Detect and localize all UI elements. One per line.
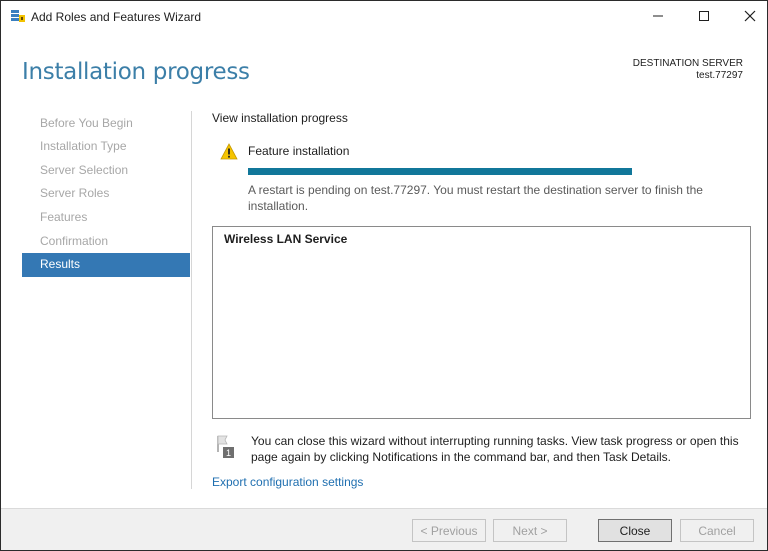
result-item: Wireless LAN Service	[224, 232, 348, 246]
nav-item-installation-type[interactable]: Installation Type	[22, 135, 190, 159]
close-button[interactable]: Close	[598, 519, 672, 542]
restart-pending-message: A restart is pending on test.77297. You …	[248, 183, 703, 213]
nav-item-server-roles[interactable]: Server Roles	[22, 182, 190, 206]
close-window-button[interactable]	[727, 1, 768, 31]
window-title: Add Roles and Features Wizard	[31, 10, 202, 24]
nav-item-results[interactable]: Results	[22, 253, 190, 277]
progress-fill	[248, 168, 632, 175]
destination-server-label: DESTINATION SERVER	[632, 58, 743, 69]
close-wizard-note: You can close this wizard without interr…	[251, 434, 739, 464]
svg-text:1: 1	[226, 448, 231, 458]
close-icon	[744, 10, 756, 22]
minimize-icon	[653, 15, 663, 17]
previous-button[interactable]: < Previous	[412, 519, 486, 542]
maximize-icon	[699, 11, 709, 21]
page-title: Installation progress	[22, 59, 250, 85]
title-bar: Add Roles and Features Wizard	[1, 1, 767, 31]
destination-server-value: test.77297	[696, 70, 743, 81]
export-configuration-link[interactable]: Export configuration settings	[212, 475, 363, 489]
nav-item-server-selection[interactable]: Server Selection	[22, 159, 190, 183]
wizard-window: Add Roles and Features Wizard Installati…	[0, 0, 768, 551]
cancel-button[interactable]: Cancel	[680, 519, 754, 542]
feature-installation-label: Feature installation	[248, 144, 350, 158]
next-button[interactable]: Next >	[493, 519, 567, 542]
nav-item-features[interactable]: Features	[22, 206, 190, 230]
wizard-nav: Before You Begin Installation Type Serve…	[22, 111, 190, 277]
installation-progress-bar	[248, 168, 632, 175]
nav-item-confirmation[interactable]: Confirmation	[22, 230, 190, 254]
section-title: View installation progress	[212, 111, 348, 125]
nav-divider	[191, 111, 192, 489]
results-list[interactable]: Wireless LAN Service	[212, 226, 751, 419]
warning-icon	[220, 143, 238, 160]
nav-item-before-you-begin[interactable]: Before You Begin	[22, 112, 190, 136]
minimize-button[interactable]	[635, 1, 681, 31]
server-manager-icon	[10, 9, 26, 23]
notification-flag-icon: 1	[215, 434, 237, 460]
maximize-button[interactable]	[681, 1, 727, 31]
